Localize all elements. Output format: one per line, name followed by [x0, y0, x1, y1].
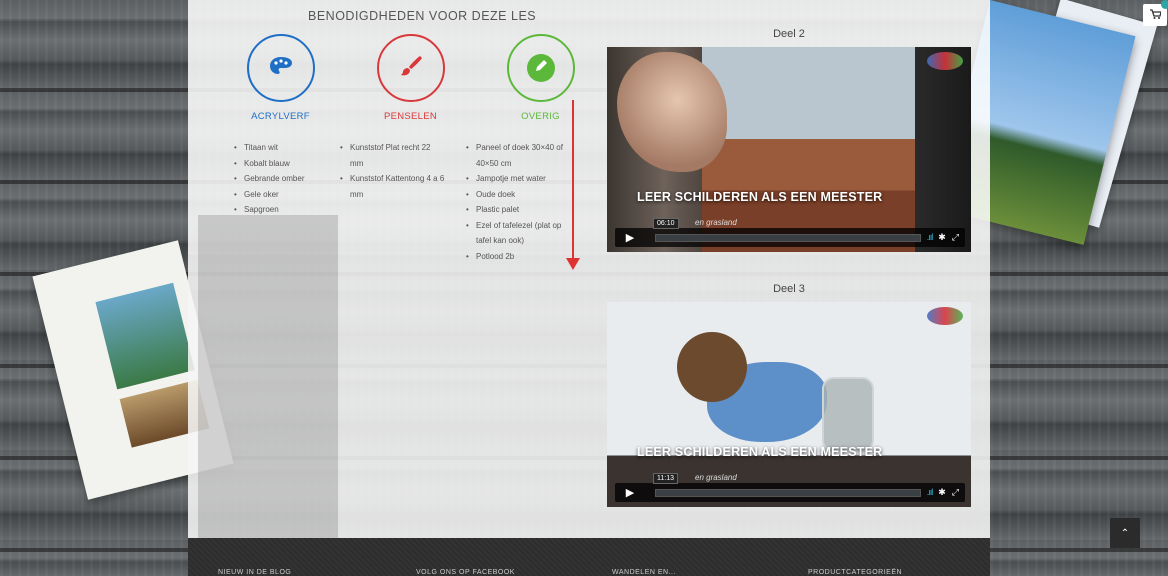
acrylverf-label: ACRYLVERF: [251, 111, 310, 122]
list-item: Plastic palet: [466, 202, 571, 218]
cart-count-badge: [1161, 0, 1168, 9]
video-3-subtitle: en grasland: [695, 473, 737, 482]
cart-icon: [1149, 8, 1162, 22]
palette-icon: [269, 56, 293, 81]
video-player-3[interactable]: LEER SCHILDEREN ALS EEN MEESTER en grasl…: [607, 302, 971, 507]
footer-heading: PRODUCTCATEGORIEËN: [808, 569, 903, 576]
video-2-title: LEER SCHILDEREN ALS EEN MEESTER: [637, 190, 883, 204]
list-item: Kobalt blauw: [234, 156, 343, 172]
site-footer: NIEUW IN DE BLOG VOLG ONS OP FACEBOOK WA…: [188, 538, 990, 576]
volume-icon[interactable]: .ııl: [927, 487, 933, 498]
list-item: Ezel of tafelezel (plat op tafel kan ook…: [466, 218, 571, 249]
video-3-label: Deel 3: [773, 283, 805, 295]
list-item: Gele oker: [234, 187, 343, 203]
video-2-thumbnail-right: [915, 47, 971, 252]
list-item: Potlood 2b: [466, 249, 571, 265]
video-2-control-icons: .ııl ✱ ⤢: [921, 232, 965, 243]
overig-icon-fill: [526, 54, 555, 82]
supply-column-acrylverf: ACRYLVERF Titaan wit Kobalt blauw Gebran…: [218, 34, 343, 218]
list-item: Sapgroen: [234, 202, 343, 218]
video-3-time: 11:13: [653, 473, 678, 484]
list-item: Jampotje met water: [466, 171, 571, 187]
video-3-title: LEER SCHILDEREN ALS EEN MEESTER: [637, 445, 883, 459]
list-item: Titaan wit: [234, 140, 343, 156]
video-2-time: 06:10: [653, 218, 679, 229]
channel-logo: [927, 52, 963, 70]
video-2-subtitle: en grasland: [695, 218, 737, 227]
list-item: Kunststof Plat recht 22 mm: [340, 140, 445, 171]
video-2-controls: ▶ 06:10 .ııl ✱ ⤢: [615, 218, 965, 247]
overig-circle: [506, 34, 575, 102]
volume-icon[interactable]: .ııl: [927, 232, 933, 243]
overig-list: Paneel of doek 30×40 of 40×50 cm Jampotj…: [466, 140, 571, 264]
supply-column-overig: OVERIG Paneel of doek 30×40 of 40×50 cm …: [466, 34, 603, 264]
settings-icon[interactable]: ✱: [938, 487, 946, 498]
video-2-progress-bar[interactable]: [655, 233, 921, 242]
penselen-list: Kunststof Plat recht 22 mm Kunststof Kat…: [340, 140, 445, 202]
fullscreen-icon[interactable]: ⤢: [952, 232, 959, 243]
acrylverf-list: Titaan wit Kobalt blauw Gebrande omber G…: [234, 140, 343, 218]
video-2-label: Deel 2: [773, 28, 805, 40]
penselen-label: PENSELEN: [383, 111, 438, 122]
down-arrow-icon: [566, 100, 580, 270]
video-3-control-icons: .ııl ✱ ⤢: [921, 487, 965, 498]
play-button[interactable]: ▶: [615, 486, 645, 499]
scroll-to-top-button[interactable]: ⌃: [1110, 518, 1140, 548]
brush-icon: [399, 54, 423, 83]
footer-heading: VOLG ONS OP FACEBOOK: [416, 569, 515, 576]
list-item: Paneel of doek 30×40 of 40×50 cm: [466, 140, 571, 171]
cart-button[interactable]: [1143, 0, 1168, 26]
play-button[interactable]: ▶: [615, 231, 645, 244]
list-item: Kunststof Kattentong 4 a 6 mm: [340, 171, 445, 202]
content-panel: BENODIGDHEDEN VOOR DEZE LES ACRYLVERF Ti…: [188, 0, 990, 538]
fullscreen-icon[interactable]: ⤢: [952, 487, 959, 498]
acrylverf-circle: [246, 34, 315, 102]
supplies-title: BENODIGDHEDEN VOOR DEZE LES: [308, 9, 537, 23]
video-3-thumbnail-jar: [822, 377, 874, 452]
video-3-progress-bar[interactable]: [655, 488, 921, 497]
footer-heading: NIEUW IN DE BLOG: [218, 569, 292, 576]
video-player-2[interactable]: LEER SCHILDEREN ALS EEN MEESTER en grasl…: [607, 47, 971, 252]
penselen-circle: [376, 34, 445, 102]
list-item: Gebrande omber: [234, 171, 343, 187]
video-3-thumbnail-tree: [677, 332, 747, 402]
chevron-up-icon: ⌃: [1120, 527, 1130, 539]
list-item: Oude doek: [466, 187, 571, 203]
overig-label: OVERIG: [521, 111, 560, 122]
video-3-controls: ▶ 11:13 .ııl ✱ ⤢: [615, 473, 965, 502]
footer-heading: WANDELEN EN...: [612, 569, 676, 576]
settings-icon[interactable]: ✱: [938, 232, 946, 243]
supply-column-penselen: PENSELEN Kunststof Plat recht 22 mm Kuns…: [340, 34, 473, 202]
channel-logo: [927, 307, 963, 325]
pencil-icon: [534, 59, 548, 78]
